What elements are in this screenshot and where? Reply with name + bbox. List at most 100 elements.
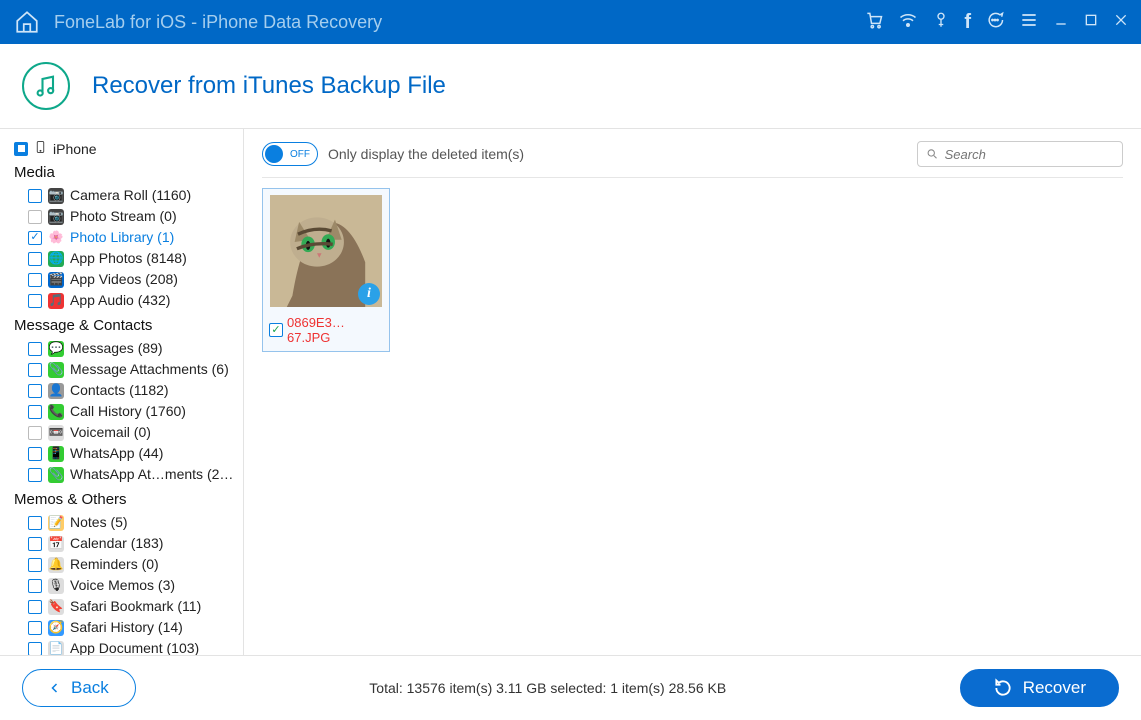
sidebar-item-label: Contacts (1182) bbox=[70, 381, 169, 400]
sidebar-item-label: Notes (5) bbox=[70, 513, 128, 532]
back-button[interactable]: Back bbox=[22, 669, 136, 707]
titlebar: FoneLab for iOS - iPhone Data Recovery f bbox=[0, 0, 1141, 44]
music-icon: 🎵 bbox=[48, 293, 64, 309]
thumbnail[interactable]: i 0869E3…67.JPG bbox=[262, 188, 390, 352]
device-label: iPhone bbox=[53, 141, 97, 157]
safari-history-icon: 🧭 bbox=[48, 620, 64, 636]
thumbnail-image: i bbox=[270, 195, 382, 307]
sidebar-item[interactable]: 📎WhatsApp At…ments (227) bbox=[14, 464, 235, 485]
checkbox[interactable] bbox=[28, 621, 42, 635]
checkbox[interactable] bbox=[28, 468, 42, 482]
deleted-items-toggle[interactable]: OFF bbox=[262, 142, 318, 166]
sidebar-section-title: Memos & Others bbox=[14, 491, 235, 508]
page-header: Recover from iTunes Backup File bbox=[0, 44, 1141, 129]
checkbox bbox=[28, 426, 42, 440]
sidebar-item-label: Safari Bookmark (11) bbox=[70, 597, 201, 616]
sidebar-item[interactable]: 📼 Voicemail (0) bbox=[14, 422, 235, 443]
checkbox[interactable] bbox=[28, 405, 42, 419]
checkbox[interactable] bbox=[28, 384, 42, 398]
menu-icon[interactable] bbox=[1019, 10, 1039, 35]
sidebar-item-label: Voice Memos (3) bbox=[70, 576, 175, 595]
home-icon[interactable] bbox=[12, 7, 42, 37]
thumbnail-grid: i 0869E3…67.JPG bbox=[262, 188, 1123, 352]
app-title: FoneLab for iOS - iPhone Data Recovery bbox=[54, 12, 382, 33]
checkbox[interactable] bbox=[28, 642, 42, 656]
sidebar-item-label: App Photos (8148) bbox=[70, 249, 187, 268]
checkbox[interactable] bbox=[28, 537, 42, 551]
camera-icon: 📷 bbox=[48, 209, 64, 225]
voicemail-icon: 📼 bbox=[48, 425, 64, 441]
content-panel: OFF Only display the deleted item(s) bbox=[244, 129, 1141, 655]
footer: Back Total: 13576 item(s) 3.11 GB select… bbox=[0, 655, 1141, 719]
sidebar-item[interactable]: 🎙 Voice Memos (3) bbox=[14, 575, 235, 596]
sidebar-item-label: App Document (103) bbox=[70, 639, 199, 655]
checkbox[interactable] bbox=[28, 273, 42, 287]
sidebar-item-label: Photo Stream (0) bbox=[70, 207, 177, 226]
sidebar-item[interactable]: 🌸Photo Library (1) bbox=[14, 227, 235, 248]
sidebar-item[interactable]: 👤Contacts (1182) bbox=[14, 380, 235, 401]
sidebar-item[interactable]: 📷Camera Roll (1160) bbox=[14, 185, 235, 206]
checkbox[interactable] bbox=[28, 189, 42, 203]
attachment-icon: 📎 bbox=[48, 362, 64, 378]
checkbox[interactable] bbox=[28, 579, 42, 593]
checkbox[interactable] bbox=[28, 516, 42, 530]
key-icon[interactable] bbox=[932, 10, 950, 35]
info-badge-icon[interactable]: i bbox=[358, 283, 380, 305]
sidebar-item[interactable]: 📱WhatsApp (44) bbox=[14, 443, 235, 464]
sidebar-item-label: Photo Library (1) bbox=[70, 228, 174, 247]
sidebar-item-label: WhatsApp (44) bbox=[70, 444, 163, 463]
recover-icon bbox=[993, 678, 1013, 698]
toggle-label: Only display the deleted item(s) bbox=[328, 146, 524, 162]
sidebar-item[interactable]: 🎵App Audio (432) bbox=[14, 290, 235, 311]
toggle-state: OFF bbox=[290, 149, 310, 160]
facebook-icon[interactable]: f bbox=[964, 11, 971, 34]
sidebar-item[interactable]: 🌐App Photos (8148) bbox=[14, 248, 235, 269]
document-icon: 📄 bbox=[48, 641, 64, 656]
voice-memo-icon: 🎙 bbox=[48, 578, 64, 594]
phone-icon bbox=[34, 139, 47, 158]
chevron-left-icon bbox=[49, 680, 61, 696]
sidebar-item[interactable]: 📅Calendar (183) bbox=[14, 533, 235, 554]
sidebar-item[interactable]: 📝Notes (5) bbox=[14, 512, 235, 533]
safari-bookmark-icon: 🔖 bbox=[48, 599, 64, 615]
sidebar-item[interactable]: 🔔Reminders (0) bbox=[14, 554, 235, 575]
checkbox[interactable] bbox=[28, 342, 42, 356]
sidebar-item[interactable]: 🎬App Videos (208) bbox=[14, 269, 235, 290]
chat-icon[interactable] bbox=[985, 10, 1005, 35]
checkbox[interactable] bbox=[28, 294, 42, 308]
thumbnail-filename: 0869E3…67.JPG bbox=[287, 315, 383, 345]
minimize-icon[interactable] bbox=[1053, 12, 1069, 33]
checkbox bbox=[28, 210, 42, 224]
checkbox[interactable] bbox=[28, 363, 42, 377]
search-icon bbox=[926, 147, 939, 161]
search-box[interactable] bbox=[917, 141, 1123, 167]
sidebar-item-label: Voicemail (0) bbox=[70, 423, 151, 442]
checkbox[interactable] bbox=[28, 447, 42, 461]
sidebar-item[interactable]: 📷 Photo Stream (0) bbox=[14, 206, 235, 227]
sidebar-item-label: Safari History (14) bbox=[70, 618, 183, 637]
device-checkbox[interactable] bbox=[14, 142, 28, 156]
device-row[interactable]: iPhone bbox=[14, 139, 235, 158]
checkbox[interactable] bbox=[28, 252, 42, 266]
sidebar-item-label: Call History (1760) bbox=[70, 402, 186, 421]
recover-button[interactable]: Recover bbox=[960, 669, 1119, 707]
sidebar-item-label: Message Attachments (6) bbox=[70, 360, 229, 379]
maximize-icon[interactable] bbox=[1083, 12, 1099, 33]
checkbox[interactable] bbox=[28, 231, 42, 245]
sidebar-section-title: Message & Contacts bbox=[14, 317, 235, 334]
cart-icon[interactable] bbox=[864, 10, 884, 35]
sidebar-item-label: Camera Roll (1160) bbox=[70, 186, 191, 205]
sidebar-item[interactable]: 💬Messages (89) bbox=[14, 338, 235, 359]
sidebar-item[interactable]: 🧭 Safari History (14) bbox=[14, 617, 235, 638]
checkbox[interactable] bbox=[28, 600, 42, 614]
close-icon[interactable] bbox=[1113, 12, 1129, 33]
sidebar-item[interactable]: 📄 App Document (103) bbox=[14, 638, 235, 655]
itunes-icon bbox=[22, 62, 70, 110]
sidebar-item[interactable]: 📞Call History (1760) bbox=[14, 401, 235, 422]
thumbnail-checkbox[interactable] bbox=[269, 323, 283, 337]
sidebar-item[interactable]: 🔖 Safari Bookmark (11) bbox=[14, 596, 235, 617]
search-input[interactable] bbox=[945, 147, 1114, 162]
sidebar-item[interactable]: 📎 Message Attachments (6) bbox=[14, 359, 235, 380]
wifi-icon[interactable] bbox=[898, 10, 918, 35]
checkbox[interactable] bbox=[28, 558, 42, 572]
